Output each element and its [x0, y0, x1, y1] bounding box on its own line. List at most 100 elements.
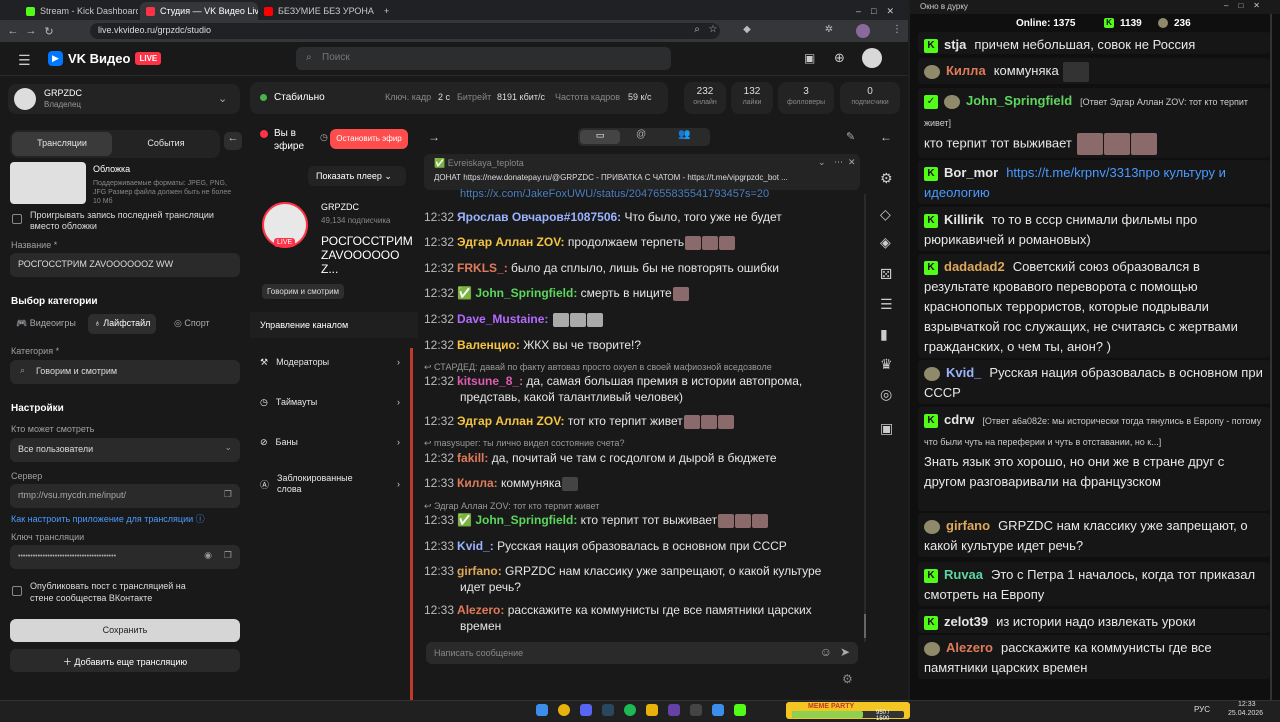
title-input[interactable]: РОСГОССТРИМ ZAVOOOOOOZ WW [10, 253, 240, 277]
chrome-icon[interactable] [558, 704, 570, 716]
back-arrow-icon[interactable]: ← [224, 132, 242, 150]
add-icon[interactable]: ⊕ [834, 50, 845, 66]
telegram-icon[interactable] [712, 704, 724, 716]
channel-selector[interactable]: GRPZDC Владелец ⌄ [8, 84, 240, 114]
vk-video-logo[interactable]: ▶ VK Видео LIVE [48, 51, 162, 66]
status-dot-icon [260, 94, 267, 101]
chat-message: 12:33 Килла: коммуняка [424, 476, 579, 491]
kick-message: girfano GRPZDC нам классику уже запрещают… [918, 513, 1270, 557]
emoji-icon[interactable]: ☺ [820, 645, 832, 659]
stream-status-bar: Стабильно Ключ. кадр 2 с Битрейт 8191 кб… [250, 82, 668, 114]
menu-blocked-words[interactable]: Ⓐ Заблокированные слова › [250, 464, 410, 504]
notifications-icon[interactable]: ▣ [804, 51, 815, 65]
new-tab-button[interactable]: + [378, 2, 394, 20]
kick-message: Kstja причем небольшая, совок не Россия [918, 32, 1270, 54]
discord-icon[interactable] [580, 704, 592, 716]
steam-icon[interactable] [602, 704, 614, 716]
cat-tab-lifestyle[interactable]: ♁ Лайфстайл [88, 314, 157, 334]
chevron-down-icon[interactable]: ⌄ [818, 157, 826, 168]
chat-scrollbar[interactable] [1270, 14, 1272, 700]
copy-icon[interactable]: ❐ [224, 550, 232, 561]
tab-broadcasts[interactable]: Трансляции [12, 132, 112, 156]
spotify-icon[interactable] [624, 704, 636, 716]
gem-icon[interactable]: ◈ [880, 234, 891, 251]
chat-view-tabs: ▭ @ 👥 [578, 128, 710, 146]
close-icon[interactable]: ✕ [848, 157, 856, 168]
eye-icon[interactable]: ◉ [204, 550, 212, 561]
category-input[interactable]: ⌕ Говорим и смотрим [10, 360, 240, 384]
tab-vk-studio[interactable]: Студия — VK Видео Live✕ [140, 2, 258, 20]
users-tab-icon[interactable]: 👥 [678, 129, 690, 140]
obs-icon[interactable] [690, 704, 702, 716]
menu-bans[interactable]: ⊘ Баны › [250, 422, 410, 462]
zoom-icon[interactable]: ⌕ [690, 24, 704, 38]
list-icon[interactable]: ☰ [880, 296, 893, 313]
save-button[interactable]: Сохранить [10, 619, 240, 642]
reload-icon[interactable]: ↻ [40, 25, 58, 38]
folder-icon[interactable] [646, 704, 658, 716]
chat-message: 12:32 Эдгар Аллан ZOV: тот кто терпит жив… [424, 414, 734, 429]
trophy-icon[interactable]: ♛ [880, 356, 893, 373]
stream-key-field[interactable]: ••••••••••••••••••••••••••••••••••••••••… [10, 545, 240, 569]
chart-icon[interactable]: ▮ [880, 326, 888, 343]
expand-arrow-icon[interactable]: → [428, 130, 440, 144]
kick-message: Kcdrw [Ответ а6а082е: мы исторически тогд… [918, 407, 1270, 511]
video-icon[interactable]: ▣ [880, 420, 893, 437]
chat-input[interactable]: Написать сообщение ☺ ➤ [426, 642, 858, 664]
emote-icon [717, 414, 734, 429]
tab-youtube[interactable]: БЕЗУМИЕ БЕЗ УРОНА ЗА 4 ЧАС✕ [258, 2, 376, 20]
copy-icon[interactable]: ❐ [224, 489, 232, 500]
stop-stream-button[interactable]: Остановить эфир [330, 129, 408, 149]
search-input[interactable]: ⌕ Поиск [296, 47, 671, 70]
collapse-arrow-icon[interactable]: ← [880, 130, 892, 144]
publish-post-checkbox[interactable] [12, 586, 22, 596]
bookmark-star-icon[interactable]: ☆ [706, 24, 720, 38]
chevron-down-icon: ⌄ [218, 93, 228, 105]
dice-icon[interactable]: ⚄ [880, 266, 892, 283]
settings-gear-icon[interactable]: ⚙ [842, 672, 853, 686]
profile-avatar[interactable] [856, 24, 870, 38]
window-controls[interactable]: –□✕ [1224, 1, 1270, 10]
app-icon[interactable] [668, 704, 680, 716]
tab-kick[interactable]: Stream - Kick Dashboard✕ [20, 2, 138, 20]
menu-moderators[interactable]: ⚒ Модераторы › [250, 342, 410, 382]
kick-icon[interactable] [734, 704, 746, 716]
cat-tab-games[interactable]: 🎮 Видеоигры [16, 318, 76, 329]
server-field[interactable]: rtmp://vsu.mycdn.me/input/❐ [10, 484, 240, 508]
play-last-checkbox[interactable] [12, 214, 22, 224]
pin-icon[interactable]: ✎ [846, 130, 855, 143]
start-icon[interactable] [536, 704, 548, 716]
hamburger-menu-icon[interactable]: ☰ [18, 52, 31, 69]
add-stream-button[interactable]: ＋ Добавить еще трансляцию [10, 649, 240, 672]
send-icon[interactable]: ➤ [840, 645, 850, 659]
settings-gear-icon[interactable]: ⚙ [880, 170, 893, 187]
emote-icon [562, 476, 579, 491]
window-controls[interactable]: –□✕ [850, 2, 908, 20]
chat-bubble-icon[interactable]: ◎ [880, 386, 892, 403]
tab-events[interactable]: События [116, 132, 216, 156]
howto-link[interactable]: Как настроить приложение для трансляции … [11, 512, 205, 525]
chat-tab-icon[interactable]: ▭ [580, 130, 620, 144]
back-icon[interactable]: ← [4, 25, 22, 37]
meme-party-widget[interactable]: MEME PARTY 950 / 1500 [786, 702, 910, 722]
menu-timeouts[interactable]: ◷ Таймауты › [250, 382, 410, 422]
extension-icon[interactable]: ◆ [740, 24, 754, 38]
forward-icon[interactable]: → [22, 25, 40, 37]
manage-header: Управление каналом [250, 312, 418, 338]
diamond-icon[interactable]: ◇ [880, 206, 891, 223]
visibility-select[interactable]: Все пользователи ⌄ [10, 438, 240, 462]
mentions-tab-icon[interactable]: @ [636, 129, 646, 140]
url-input[interactable]: live.vkvideo.ru/grpzdc/studio [90, 23, 720, 39]
chat-scrollbar[interactable] [864, 194, 866, 642]
show-player-button[interactable]: Показать плеер ⌄ [308, 166, 406, 186]
more-icon[interactable]: ⋯ [834, 157, 843, 168]
cover-image[interactable] [10, 162, 86, 204]
emote-icon [685, 235, 702, 250]
user-avatar[interactable] [862, 48, 882, 68]
emote-icon [683, 414, 700, 429]
cat-tab-sport[interactable]: ◎ Спорт [174, 318, 210, 329]
chat-message: 12:33 Alezero: расскажите ка коммунисты г… [424, 603, 812, 617]
extensions-puzzle-icon[interactable]: ✲ [822, 24, 836, 38]
kick-message: Kvid_ Русская нация образовалась в основн… [918, 360, 1270, 404]
menu-dots-icon[interactable]: ⋮ [890, 24, 904, 38]
